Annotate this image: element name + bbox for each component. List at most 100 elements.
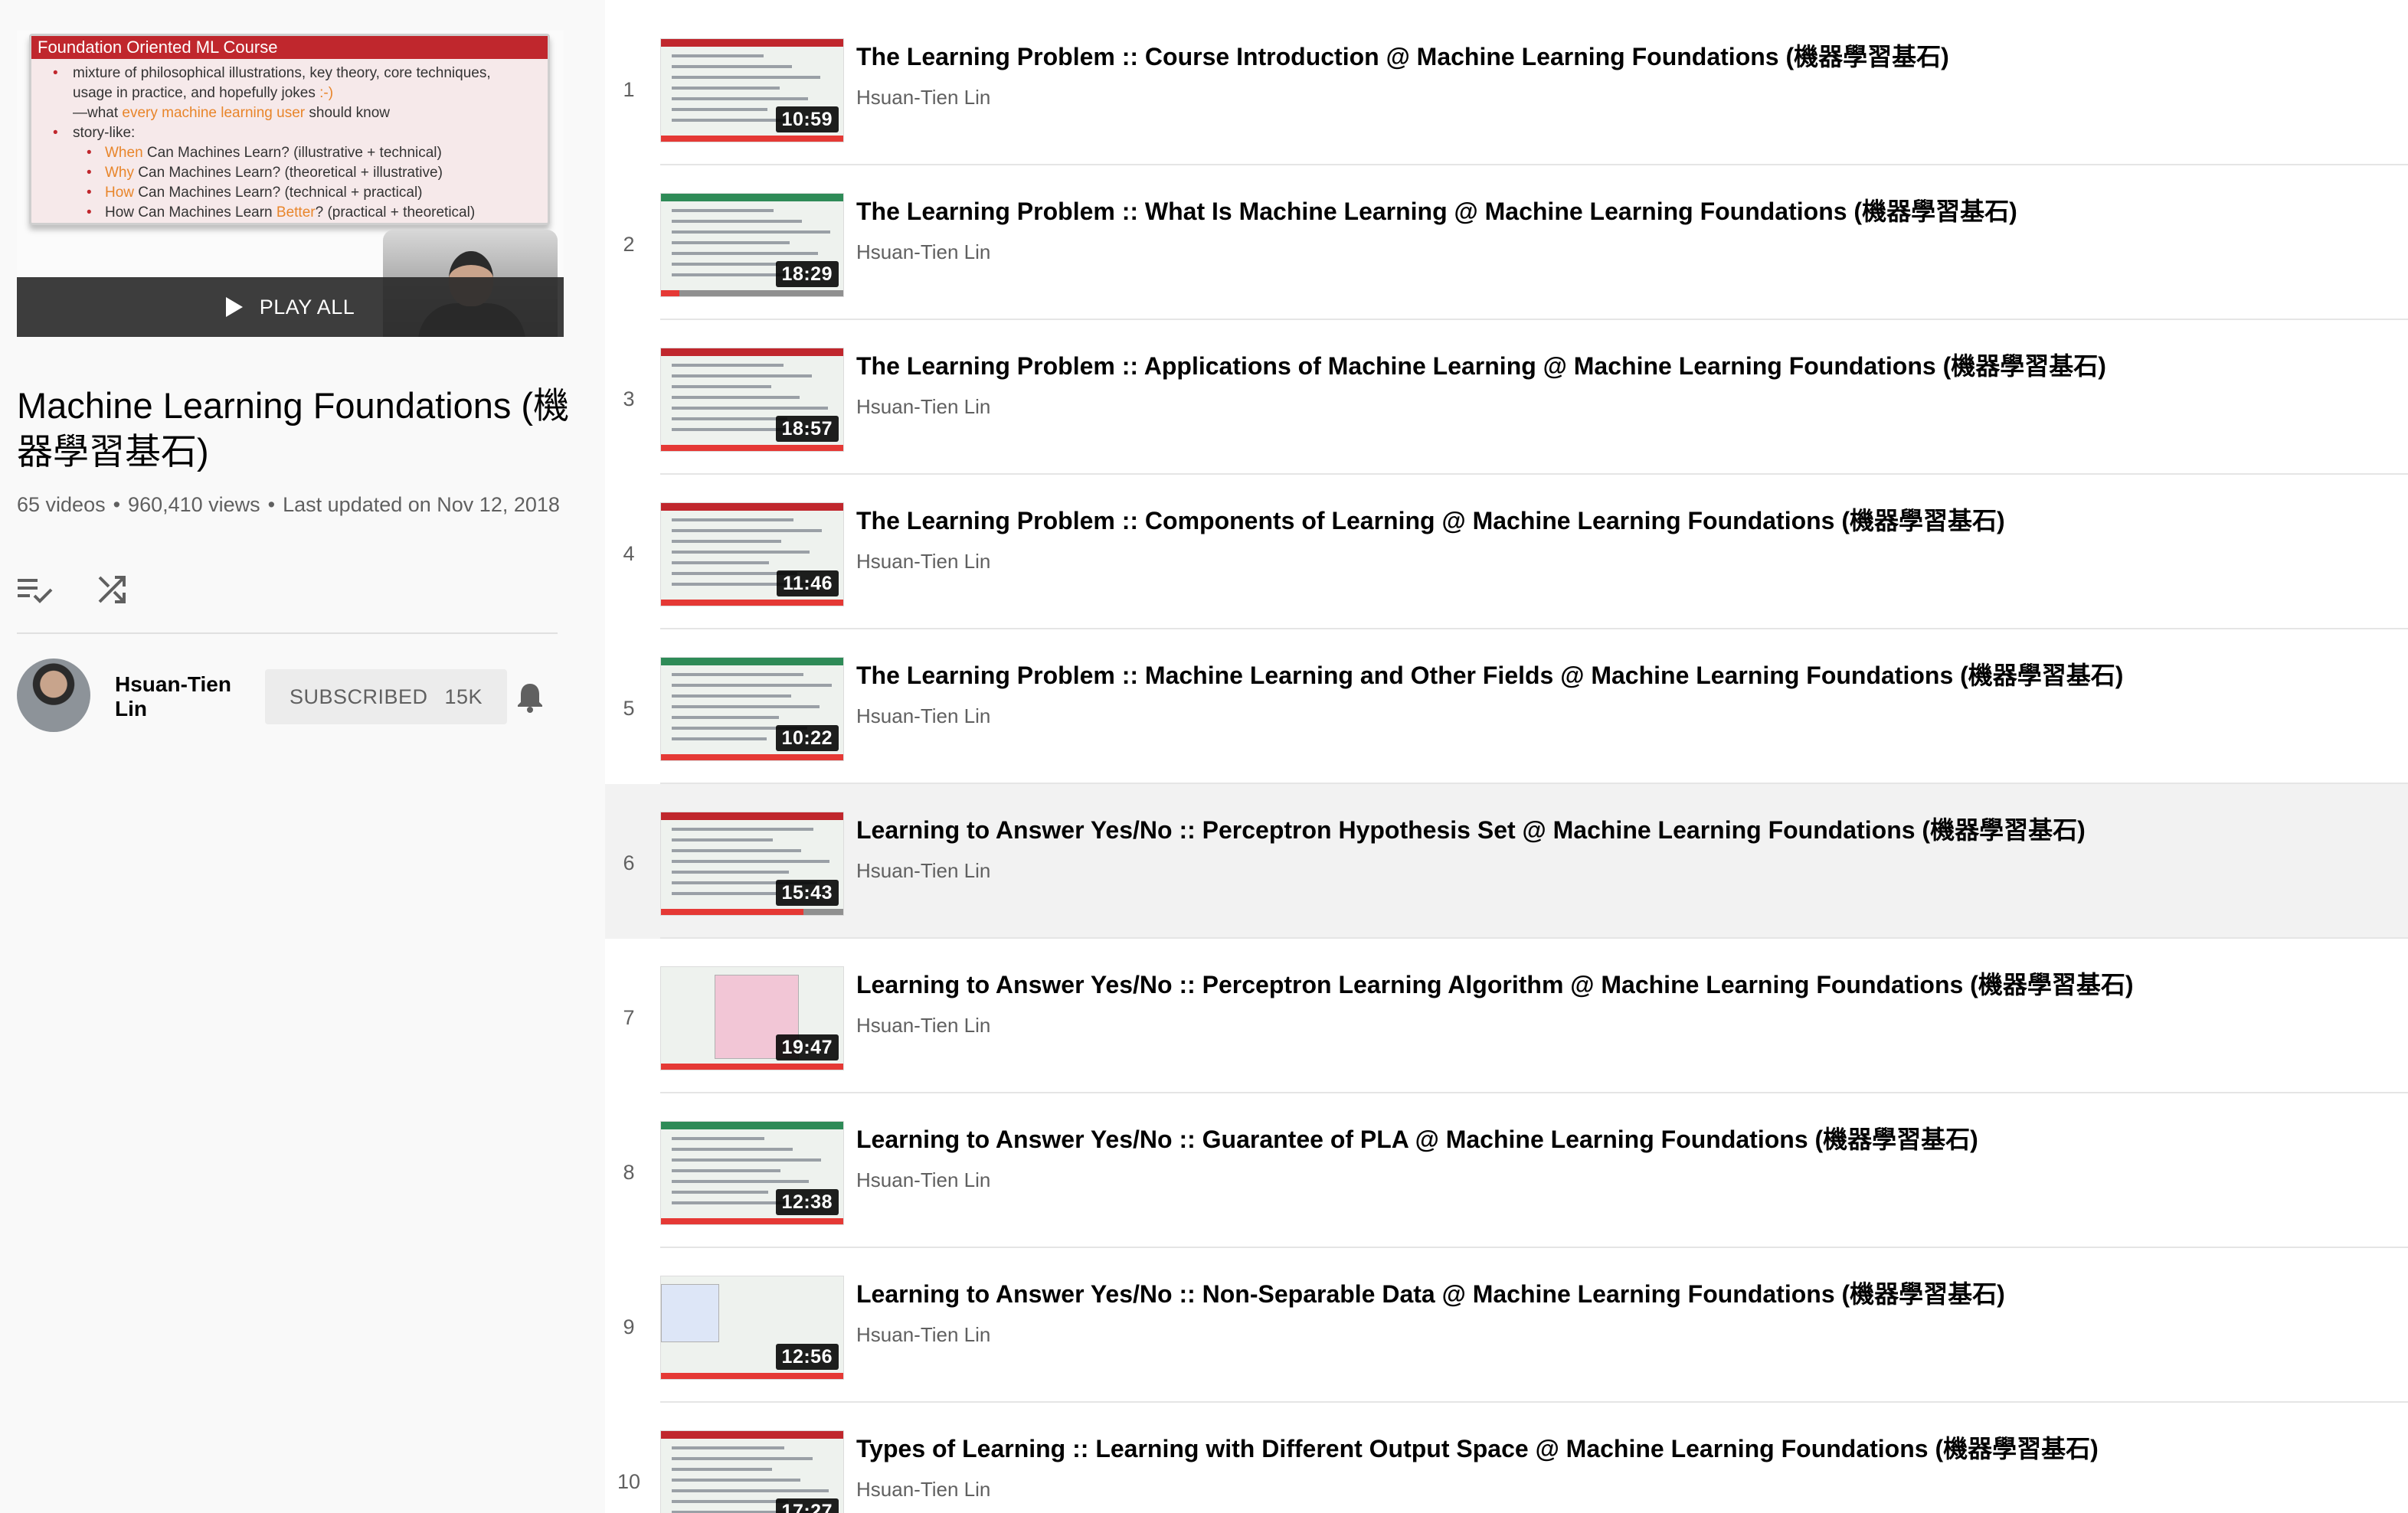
slide-bullet: mixture of philosophical illustrations, …	[50, 64, 540, 83]
video-title[interactable]: The Learning Problem :: What Is Machine …	[856, 194, 2380, 228]
video-row[interactable]: 9 12:56 Learning to Answer Yes/No :: Non-S…	[605, 1248, 2408, 1403]
video-thumbnail[interactable]: 17:27	[660, 1430, 844, 1513]
video-row[interactable]: 5 10:22 The Learning Problem :: Machine Le…	[605, 629, 2408, 784]
video-thumbnail[interactable]: 18:29	[660, 193, 844, 297]
stat-separator: •	[267, 493, 276, 516]
playlist-title[interactable]: Machine Learning Foundations (機器學習基石)	[17, 383, 584, 475]
play-icon	[225, 297, 243, 317]
thumbnail-text-line	[672, 1191, 768, 1194]
video-thumbnail[interactable]: 18:57	[660, 348, 844, 452]
video-channel[interactable]: Hsuan-Tien Lin	[856, 548, 990, 574]
playlist-sidebar: Foundation Oriented ML Course mixture of…	[0, 0, 605, 1513]
thumbnail-text-line	[672, 529, 822, 532]
thumbnail-text-line	[672, 684, 832, 687]
watch-progress-bar	[661, 600, 843, 606]
video-title[interactable]: The Learning Problem :: Applications of …	[856, 349, 2380, 383]
thumbnail-text-line	[672, 1489, 829, 1492]
video-channel[interactable]: Hsuan-Tien Lin	[856, 239, 990, 265]
thumbnail-text-line	[672, 220, 802, 223]
slide-sub-bullet: How Can Machines Learn Better? (practica…	[50, 203, 540, 223]
thumbnail-text-line	[672, 374, 812, 377]
slide-line: —what every machine learning user should…	[73, 105, 391, 121]
video-title[interactable]: Learning to Answer Yes/No :: Perceptron …	[856, 813, 2380, 847]
thumbnail-text-line	[672, 561, 769, 564]
video-title[interactable]: The Learning Problem :: Course Introduct…	[856, 40, 2380, 74]
video-channel[interactable]: Hsuan-Tien Lin	[856, 84, 990, 110]
owner-name[interactable]: Hsuan-Tien Lin	[115, 672, 245, 721]
playlist-owner: Hsuan-Tien Lin SUBSCRIBED 15K	[17, 658, 568, 732]
video-title[interactable]: Learning to Answer Yes/No :: Non-Separab…	[856, 1277, 2380, 1311]
video-channel[interactable]: Hsuan-Tien Lin	[856, 394, 990, 420]
playlist-hero-thumbnail[interactable]: Foundation Oriented ML Course mixture of…	[17, 31, 564, 337]
video-channel[interactable]: Hsuan-Tien Lin	[856, 1012, 990, 1038]
playlist-stats: 65 videos • 960,410 views • Last updated on …	[17, 489, 584, 521]
video-thumbnail[interactable]: 12:38	[660, 1121, 844, 1225]
video-channel[interactable]: Hsuan-Tien Lin	[856, 858, 990, 884]
thumbnail-slide-header	[661, 1122, 843, 1129]
stat-separator: •	[113, 493, 121, 516]
shuffle-button[interactable]	[93, 571, 130, 608]
video-duration: 18:57	[775, 416, 839, 442]
subscriber-count: 15K	[444, 685, 483, 708]
notification-bell-icon	[518, 684, 542, 713]
thumbnail-text-line	[672, 209, 774, 212]
video-channel[interactable]: Hsuan-Tien Lin	[856, 703, 990, 729]
thumbnail-slide-header	[661, 1431, 843, 1439]
thumbnail-text-line	[672, 871, 789, 874]
video-index: 5	[623, 697, 635, 720]
watch-progress-bar	[661, 290, 679, 296]
video-channel[interactable]: Hsuan-Tien Lin	[856, 1322, 990, 1348]
video-thumbnail[interactable]: 10:59	[660, 38, 844, 142]
video-row[interactable]: 6 15:43 Learning to Answer Yes/No :: Perce…	[605, 784, 2408, 939]
thumbnail-text-line	[672, 396, 800, 399]
video-row[interactable]: 10 17:27 Types of Learning :: Learning wit…	[605, 1403, 2408, 1513]
thumbnail-text-line	[672, 263, 777, 266]
video-row[interactable]: 3 18:57 The Learning Problem :: Applicatio…	[605, 320, 2408, 475]
thumbnail-text-line	[672, 87, 780, 90]
video-duration: 12:38	[775, 1189, 839, 1215]
thumbnail-slide-header	[661, 658, 843, 665]
video-index: 6	[623, 851, 635, 874]
view-count: 960,410 views	[128, 493, 260, 516]
video-title[interactable]: Learning to Answer Yes/No :: Guarantee o…	[856, 1122, 2380, 1156]
thumbnail-text-line	[672, 737, 767, 740]
video-row[interactable]: 7 19:47 Learning to Answer Yes/No :: Perce…	[605, 939, 2408, 1093]
play-all-button[interactable]: PLAY ALL	[17, 277, 564, 337]
shuffle-icon	[98, 576, 126, 603]
notification-bell-button[interactable]	[507, 675, 553, 718]
add-to-queue-button[interactable]	[17, 571, 54, 608]
video-index: 2	[623, 233, 635, 256]
video-channel[interactable]: Hsuan-Tien Lin	[856, 1167, 990, 1193]
video-row[interactable]: 1 10:59 The Learning Problem :: Course Int…	[605, 11, 2408, 165]
slide-sub-bullet: When Can Machines Learn? (illustrative +…	[50, 143, 540, 163]
thumbnail-text-line	[672, 1148, 793, 1151]
hero-slide-title: Foundation Oriented ML Course	[31, 36, 548, 59]
video-channel[interactable]: Hsuan-Tien Lin	[856, 1476, 990, 1502]
video-thumbnail[interactable]: 10:22	[660, 657, 844, 761]
video-row[interactable]: 8 12:38 Learning to Answer Yes/No :: Guara…	[605, 1093, 2408, 1248]
thumbnail-text-line	[672, 1457, 813, 1460]
video-title[interactable]: The Learning Problem :: Components of Le…	[856, 504, 2380, 538]
watch-progress-bar	[661, 1064, 843, 1070]
owner-avatar[interactable]	[17, 658, 90, 732]
thumbnail-text-line	[672, 1137, 764, 1140]
video-title[interactable]: Types of Learning :: Learning with Diffe…	[856, 1432, 2380, 1466]
playlist-add-check-icon	[18, 579, 53, 603]
video-title[interactable]: Learning to Answer Yes/No :: Perceptron …	[856, 968, 2380, 1002]
video-row[interactable]: 4 11:46 The Learning Problem :: Components…	[605, 475, 2408, 629]
video-count: 65 videos	[17, 493, 106, 516]
subscribed-button[interactable]: SUBSCRIBED 15K	[265, 669, 507, 724]
watch-progress-bar	[661, 754, 843, 760]
video-index: 4	[623, 542, 635, 565]
thumbnail-slide-header	[661, 39, 843, 47]
video-thumbnail[interactable]: 15:43	[660, 812, 844, 916]
thumbnail-text-line	[672, 551, 810, 554]
video-thumbnail[interactable]: 11:46	[660, 502, 844, 606]
thumbnail-text-line	[672, 65, 792, 68]
video-row[interactable]: 2 18:29 The Learning Problem :: What Is Ma…	[605, 165, 2408, 320]
thumbnail-text-line	[672, 716, 779, 719]
thumbnail-slide-header	[661, 348, 843, 356]
video-thumbnail[interactable]: 12:56	[660, 1276, 844, 1380]
video-title[interactable]: The Learning Problem :: Machine Learning…	[856, 658, 2380, 692]
video-thumbnail[interactable]: 19:47	[660, 966, 844, 1070]
